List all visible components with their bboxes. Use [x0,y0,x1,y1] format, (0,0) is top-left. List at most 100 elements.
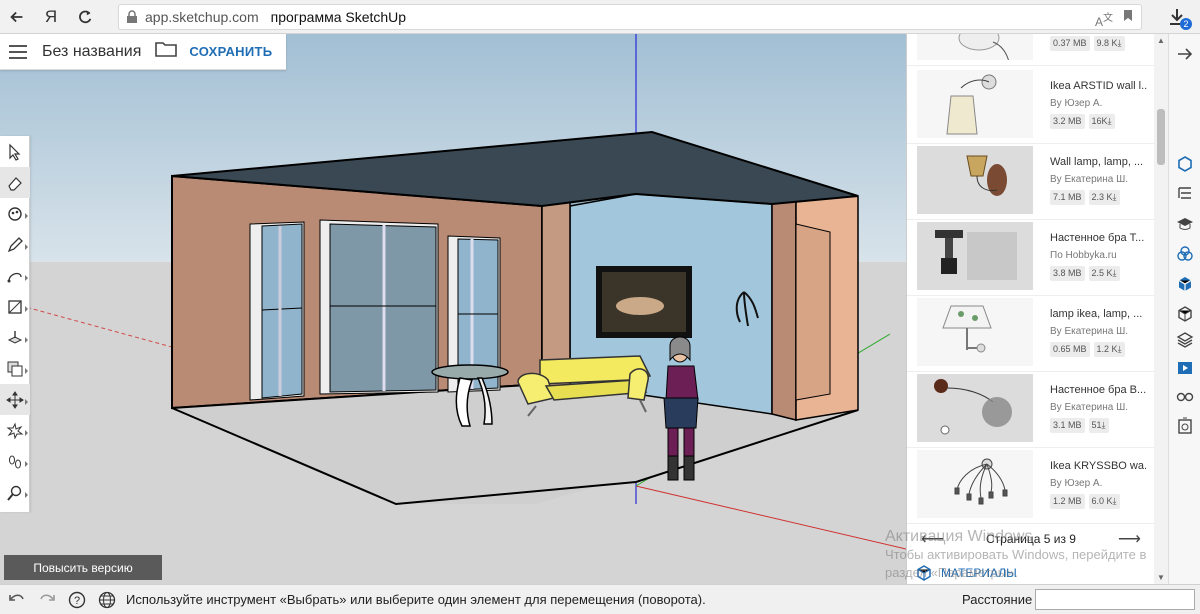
painting[interactable] [596,266,692,338]
distance-input[interactable] [1035,589,1195,610]
model-size: 3.2 MB [1050,114,1085,129]
model-size: 1.2 MB [1050,494,1085,509]
rectangle-tool[interactable] [0,291,30,322]
scroll-up-icon[interactable]: ▲ [1157,36,1165,45]
model-author[interactable]: By Екатерина Ш. [1050,326,1128,337]
address-bar[interactable]: app.sketchup.com программа SketchUp A文 [118,4,1142,30]
push-pull-tool[interactable] [0,322,30,353]
entity-info-icon[interactable] [1175,244,1195,264]
file-name[interactable]: Без названия [42,43,141,61]
model-name[interactable]: Настенное бра В... [1050,384,1148,396]
watermark-line-2: Чтобы активировать Windows, перейдите в [885,547,1147,562]
list-item[interactable]: Настенное бра Т... По Hobbyka.ru 3.8 MB … [907,220,1155,296]
display-icon[interactable] [1175,416,1195,436]
3d-warehouse-icon[interactable] [1175,274,1195,294]
panel-scrollbar[interactable]: ▲ ▼ [1154,34,1168,584]
model-author[interactable]: By Екатерина Ш. [1050,174,1128,185]
distance-label: Расстояние [962,592,1033,607]
model-downloads: 2.5 K⤓ [1088,266,1120,281]
back-icon[interactable] [0,0,34,34]
globe-icon[interactable] [94,587,120,613]
list-item[interactable]: 0.37 MB 9.8 K⤓ [907,34,1155,66]
model-name[interactable]: Ikea ARSTID wall l... [1050,80,1148,92]
eraser-icon [8,176,22,191]
browser-toolbar: Я app.sketchup.com программа SketchUp A文… [0,0,1200,34]
translate-icon[interactable]: A文 [1095,9,1113,29]
orbit-tool[interactable] [0,415,30,446]
undo-icon[interactable] [4,587,30,613]
model-thumbnail[interactable] [917,298,1033,366]
model-author[interactable]: By Юзер А. [1050,478,1102,489]
model-name[interactable]: lamp ikea, lamp, ... [1050,308,1148,320]
window-left [249,221,305,401]
model-downloads: 9.8 K⤓ [1093,36,1125,51]
window-middle [319,219,439,395]
model-thumbnail[interactable] [917,450,1033,518]
app-header: Без названия СОХРАНИТЬ [0,34,286,70]
refresh-icon[interactable] [68,0,102,34]
offset-icon [7,361,23,376]
model-author[interactable]: По Hobbyka.ru [1050,250,1117,261]
model-author[interactable]: By Екатерина Ш. [1050,402,1128,413]
model-size: 7.1 MB [1050,190,1085,205]
pencil-tool[interactable] [0,229,30,260]
help-icon[interactable]: ? [64,587,90,613]
paint-tool[interactable] [0,198,30,229]
instructor-icon[interactable] [1175,214,1195,234]
outliner-icon[interactable] [1175,184,1195,204]
model-downloads: 16K⤓ [1088,114,1115,129]
arrow-right-icon[interactable] [1175,44,1195,64]
orbit-icon [6,421,24,440]
scenes-icon[interactable] [1175,358,1195,378]
redo-icon[interactable] [34,587,60,613]
watermark-line-3: раздел «Параметры». [885,565,1018,580]
3d-warehouse-panel: 0.37 MB 9.8 K⤓ Ikea ARSTID wall l... By … [906,34,1155,584]
zoom-tool[interactable] [0,477,30,508]
save-button[interactable]: СОХРАНИТЬ [189,44,272,59]
list-item[interactable]: Ikea KRYSSBO wa... By Юзер А. 1.2 MB 6.0… [907,448,1155,524]
bookmark-icon[interactable] [1123,9,1133,29]
footprints-icon [9,455,21,468]
folder-icon[interactable] [155,41,178,62]
glasses-icon[interactable] [1175,386,1195,406]
model-downloads: 1.2 K⤓ [1093,342,1125,357]
yandex-logo[interactable]: Я [34,0,68,34]
select-tool[interactable] [0,136,30,167]
address-domain: app.sketchup.com [145,9,259,25]
layers-icon[interactable] [1175,330,1195,350]
list-item[interactable]: Wall lamp, lamp, ... By Екатерина Ш. 7.1… [907,144,1155,220]
model-size: 3.1 MB [1050,418,1085,433]
offset-tool[interactable] [0,353,30,384]
upgrade-button[interactable]: Повысить версию [4,555,162,580]
status-hint: Используйте инструмент «Выбрать» или выб… [126,592,706,607]
box-icon[interactable] [1175,304,1195,324]
list-item[interactable]: Ikea ARSTID wall l... By Юзер А. 3.2 MB … [907,68,1155,144]
model-name[interactable]: Настенное бра Т... [1050,232,1148,244]
move-tool[interactable] [0,384,30,415]
3d-scene[interactable] [0,34,906,584]
push-pull-icon [7,330,23,344]
move-icon [6,390,24,409]
rectangle-icon [8,299,22,314]
model-name[interactable]: Wall lamp, lamp, ... [1050,156,1148,168]
eraser-tool[interactable] [0,167,30,198]
hamburger-menu-icon[interactable] [0,44,36,59]
walk-tool[interactable] [0,446,30,477]
model-thumbnail[interactable] [917,374,1033,442]
model-author[interactable]: By Юзер А. [1050,98,1102,109]
list-item[interactable]: lamp ikea, lamp, ... By Екатерина Ш. 0.6… [907,296,1155,372]
model-size: 0.37 MB [1050,36,1090,51]
scrollbar-thumb[interactable] [1157,109,1165,165]
lock-icon [119,10,145,24]
3d-viewport[interactable] [0,34,906,584]
model-thumbnail[interactable] [917,146,1033,214]
list-item[interactable]: Настенное бра В... By Екатерина Ш. 3.1 M… [907,372,1155,448]
model-thumbnail[interactable] [917,34,1033,60]
arc-tool[interactable] [0,260,30,291]
status-bar: ? Используйте инструмент «Выбрать» или в… [0,584,1200,614]
model-thumbnail[interactable] [917,222,1033,290]
component-icon[interactable] [1175,154,1195,174]
model-thumbnail[interactable] [917,70,1033,138]
model-name[interactable]: Ikea KRYSSBO wa... [1050,460,1148,472]
download-icon[interactable]: 2 [1166,6,1192,30]
